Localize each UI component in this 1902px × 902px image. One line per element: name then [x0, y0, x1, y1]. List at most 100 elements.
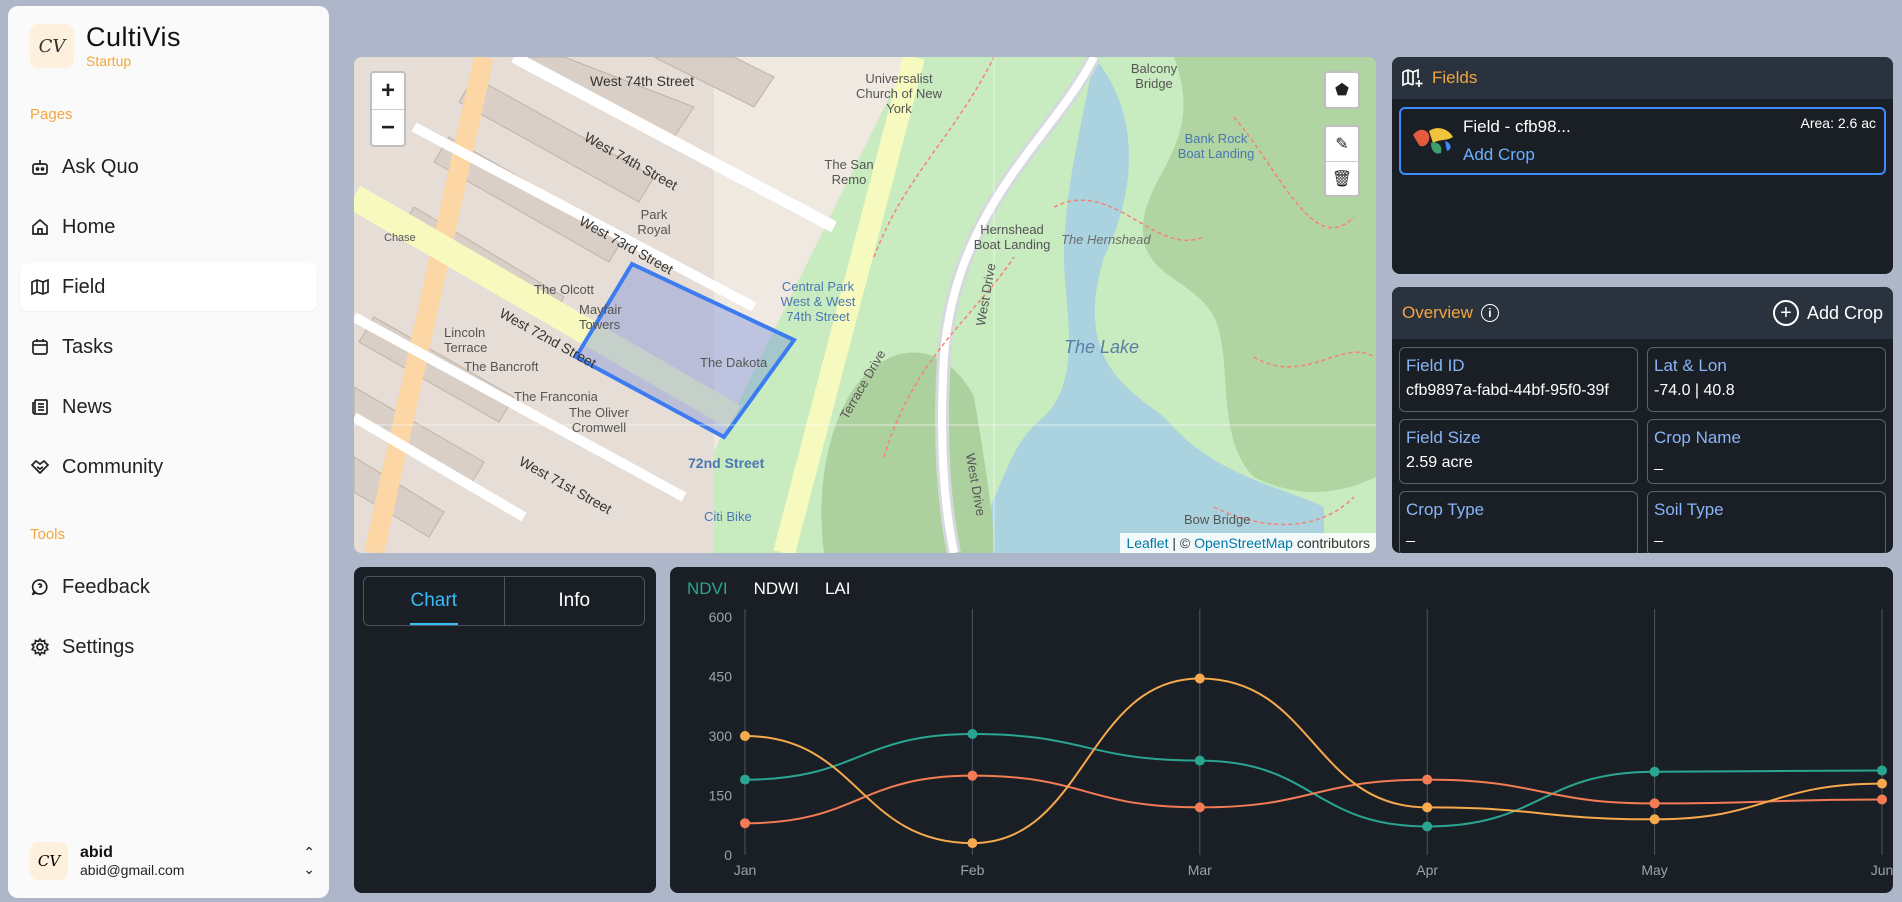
series-point — [1194, 755, 1205, 766]
series-point — [1422, 802, 1433, 813]
gear-icon — [30, 637, 50, 657]
map-label-poi: Balcony Bridge — [1130, 61, 1178, 91]
draw-toolbar: ⬟ — [1324, 71, 1360, 109]
series-point — [1194, 802, 1205, 813]
sidebar-item-label: Feedback — [62, 575, 150, 598]
series-point — [1649, 766, 1660, 777]
map-label-poi: Bank Rock Boat Landing — [1177, 131, 1255, 161]
brand[interactable]: CV CultiVis Startup — [30, 23, 181, 69]
y-tick-label: 0 — [724, 847, 732, 863]
sidebar-item-ask-quo[interactable]: Ask Quo — [20, 143, 317, 191]
overview-card-field-size: Field Size 2.59 acre — [1399, 419, 1638, 484]
series-point — [1649, 814, 1660, 825]
map-label-transit: 72nd Street — [688, 455, 765, 471]
edit-toolbar: ✎ 🗑 — [1324, 125, 1360, 197]
tools-section-label: Tools — [30, 526, 66, 543]
app-name: CultiVis — [86, 22, 182, 52]
map-add-icon — [1402, 68, 1423, 87]
map-label-building: Universalist Church of New York — [856, 71, 942, 116]
chart-info-panel: Chart Info — [354, 567, 656, 893]
info-icon[interactable]: i — [1480, 304, 1499, 322]
sidebar-item-news[interactable]: News — [20, 383, 317, 431]
series-point — [967, 838, 978, 849]
zoom-control: + − — [370, 71, 406, 147]
robot-icon — [32, 160, 48, 175]
map-label-poi: Hernshead Boat Landing — [973, 222, 1051, 252]
app-plan: Startup — [86, 53, 132, 69]
series-point — [1877, 794, 1887, 805]
x-tick-label: Apr — [1416, 862, 1438, 878]
user-name: abid — [80, 844, 113, 861]
zoom-out-button[interactable]: − — [372, 109, 404, 145]
osm-link[interactable]: OpenStreetMap — [1194, 535, 1293, 551]
field-area: Area: 2.6 ac — [1800, 115, 1877, 131]
series-point — [1422, 821, 1433, 832]
sidebar-item-label: Settings — [62, 635, 135, 658]
series-point — [967, 729, 978, 740]
add-crop-link[interactable]: Add Crop — [1463, 145, 1874, 165]
overview-card-lat-lon: Lat & Lon -74.0 | 40.8 — [1647, 347, 1886, 412]
overview-panel: Overview i + Add Crop Field ID cfb9897a-f… — [1392, 287, 1893, 553]
sidebar-item-feedback[interactable]: Feedback — [20, 563, 317, 611]
sidebar-item-field[interactable]: Field — [20, 263, 317, 311]
map-label-poi: Citi Bike — [704, 509, 752, 524]
edit-icon[interactable]: ✎ — [1326, 127, 1358, 161]
chevron-updown-icon[interactable]: ⌃ ⌄ — [303, 844, 315, 878]
add-crop-button[interactable]: + Add Crop — [1772, 300, 1883, 326]
sidebar-item-community[interactable]: Community — [20, 443, 317, 491]
sidebar-item-home[interactable]: Home — [20, 203, 317, 251]
sidebar-item-tasks[interactable]: Tasks — [20, 323, 317, 371]
sidebar-item-settings[interactable]: Settings — [20, 623, 317, 671]
map-label-building: The Oliver Cromwell — [569, 405, 629, 435]
map-label-building: Park Royal — [637, 207, 671, 237]
newspaper-icon — [32, 399, 48, 415]
map-label-poi: Chase — [384, 232, 416, 244]
user-menu[interactable]: CV abid abid@gmail.com ⌃ ⌄ — [30, 842, 315, 880]
y-tick-label: 150 — [709, 788, 733, 804]
series-point — [1194, 673, 1205, 684]
x-tick-label: Jun — [1871, 862, 1893, 878]
map-label-building: Lincoln Terrace — [444, 325, 488, 355]
home-icon — [32, 218, 48, 235]
series-point — [967, 770, 978, 781]
leaflet-link[interactable]: Leaflet — [1126, 535, 1168, 551]
series-point — [1422, 774, 1433, 785]
draw-polygon-icon[interactable]: ⬟ — [1326, 73, 1358, 107]
y-tick-label: 600 — [709, 609, 733, 625]
tab-chart[interactable]: Chart — [364, 577, 504, 625]
sidebar-item-label: Ask Quo — [62, 155, 139, 178]
x-tick-label: Feb — [960, 862, 984, 878]
sidebar: CV CultiVis Startup Pages Ask Quo Home F… — [8, 6, 329, 898]
avatar: CV — [30, 842, 68, 880]
trash-icon[interactable]: 🗑 — [1326, 161, 1358, 195]
field-map[interactable]: West 74th Street West 74th Street West 7… — [354, 57, 1376, 553]
handshake-icon — [30, 459, 50, 475]
overview-card-crop-name: Crop Name _ — [1647, 419, 1886, 484]
x-tick-label: Jan — [734, 862, 757, 878]
map-label-water: The Lake — [1064, 337, 1140, 357]
map-label-street: West 74th Street — [590, 73, 695, 89]
map-label-building: The San Remo — [824, 157, 874, 187]
overview-card-field-id: Field ID cfb9897a-fabd-44bf-95f0-39f — [1399, 347, 1638, 412]
map-attribution: Leaflet | © OpenStreetMap contributors — [1120, 533, 1376, 553]
series-point — [740, 731, 750, 741]
field-thumbnail — [1413, 128, 1453, 154]
zoom-in-button[interactable]: + — [372, 73, 404, 109]
tab-info[interactable]: Info — [503, 577, 645, 625]
overview-grid: Field ID cfb9897a-fabd-44bf-95f0-39f Lat … — [1392, 339, 1893, 553]
user-email: abid@gmail.com — [80, 862, 185, 878]
map-label-building: The Dakota — [700, 355, 768, 370]
map-label-poi: The Hernshead — [1061, 232, 1151, 247]
sidebar-item-label: Field — [62, 275, 106, 298]
series-line-2 — [744, 677, 1883, 845]
index-chart-panel: NDVI NDWI LAI 0 150 300 450 600 Jan Feb Mar Apr M… — [670, 567, 1893, 893]
map-label-building: The Franconia — [514, 389, 598, 404]
sidebar-item-label: Community — [62, 455, 164, 478]
overview-card-soil-type: Soil Type _ — [1647, 491, 1886, 553]
view-tabs: Chart Info — [363, 576, 645, 626]
field-card[interactable]: Field - cfb98... Add Crop Area: 2.6 ac — [1399, 107, 1886, 175]
overview-header: Overview i + Add Crop — [1392, 287, 1893, 339]
map-label-building: The Bancroft — [464, 359, 539, 374]
overview-card-crop-type: Crop Type _ — [1399, 491, 1638, 553]
y-tick-label: 300 — [709, 728, 733, 744]
